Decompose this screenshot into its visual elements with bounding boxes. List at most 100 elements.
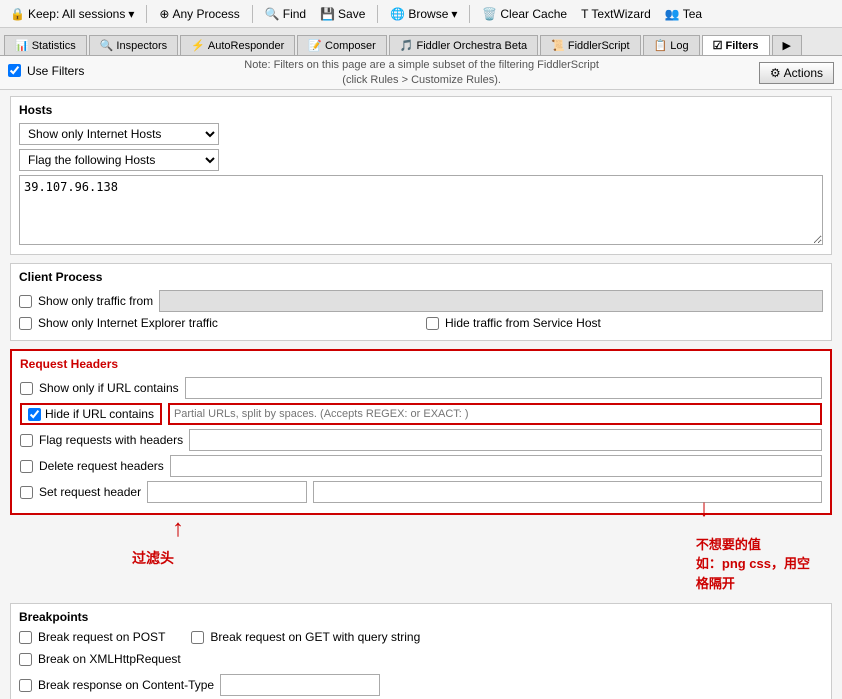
- delete-headers-input[interactable]: [170, 455, 822, 477]
- tab-inspectors[interactable]: 🔍 Inspectors: [89, 35, 178, 55]
- hosts-textarea[interactable]: 39.107.96.138: [19, 175, 823, 245]
- request-headers-section: Request Headers Show only if URL contain…: [10, 349, 832, 515]
- tab-fiddlerscript[interactable]: 📜 FiddlerScript: [540, 35, 640, 55]
- hosts-dropdown1-row: Show only Internet Hosts Show All Hide o…: [19, 123, 823, 145]
- request-headers-title: Request Headers: [20, 357, 822, 371]
- hide-url-contains-checkbox[interactable]: [28, 408, 41, 421]
- filter-note: Note: Filters on this page are a simple …: [92, 58, 751, 87]
- autoresponder-icon: ⚡: [191, 39, 205, 52]
- hosts-dropdown2-row: Flag the following Hosts No flags Flag o…: [19, 149, 823, 171]
- tab-fiddler-orchestra[interactable]: 🎵 Fiddler Orchestra Beta: [389, 35, 538, 55]
- tab-statistics[interactable]: 📊 Statistics: [4, 35, 87, 55]
- hide-url-contains-label[interactable]: Hide if URL contains: [45, 407, 154, 421]
- tab-log[interactable]: 📋 Log: [643, 35, 700, 55]
- break-post-row: Break request on POST: [19, 630, 165, 644]
- tab-filters[interactable]: ☑ Filters: [702, 35, 770, 55]
- delete-headers-label[interactable]: Delete request headers: [39, 459, 164, 473]
- break-get-label[interactable]: Break request on GET with query string: [210, 630, 420, 644]
- show-ie-label[interactable]: Show only Internet Explorer traffic: [38, 316, 218, 330]
- break-xml-label[interactable]: Break on XMLHttpRequest: [38, 652, 181, 666]
- clear-cache-icon: 🗑️: [482, 7, 497, 21]
- show-url-contains-label[interactable]: Show only if URL contains: [39, 381, 179, 395]
- flag-requests-row: Flag requests with headers: [20, 429, 822, 451]
- set-header-name-input[interactable]: [147, 481, 307, 503]
- keep-icon: 🔒: [10, 7, 25, 21]
- tab-composer[interactable]: 📝 Composer: [297, 35, 386, 55]
- break-response-input[interactable]: [220, 674, 380, 696]
- hide-url-contains-input[interactable]: [168, 403, 822, 425]
- hosts-dropdown1[interactable]: Show only Internet Hosts Show All Hide o…: [19, 123, 219, 145]
- process-icon: ⊕: [159, 7, 169, 21]
- filter-bar: Use Filters Note: Filters on this page a…: [0, 56, 842, 90]
- show-only-traffic-input[interactable]: [159, 290, 823, 312]
- break-xml-checkbox[interactable]: [19, 653, 32, 666]
- show-url-contains-row: Show only if URL contains: [20, 377, 822, 399]
- use-filters-label[interactable]: Use Filters: [27, 64, 84, 78]
- set-header-row: Set request header: [20, 481, 822, 503]
- fiddler-orchestra-icon: 🎵: [400, 39, 414, 52]
- flag-requests-input[interactable]: [189, 429, 822, 451]
- client-process-title: Client Process: [19, 270, 823, 284]
- log-icon: 📋: [654, 39, 668, 52]
- fiddlerscript-icon: 📜: [551, 39, 565, 52]
- hosts-title: Hosts: [19, 103, 823, 117]
- break-get-row: Break request on GET with query string: [191, 630, 420, 644]
- break-response-row: Break response on Content-Type: [19, 674, 380, 696]
- actions-button[interactable]: ⚙ Actions: [759, 62, 834, 84]
- use-filters-checkbox[interactable]: [8, 64, 21, 77]
- any-process[interactable]: ⊕ Any Process: [155, 5, 243, 23]
- set-header-value-input[interactable]: [313, 481, 822, 503]
- textwizard-icon: T: [581, 7, 588, 21]
- break-post-label[interactable]: Break request on POST: [38, 630, 165, 644]
- hosts-dropdown2[interactable]: Flag the following Hosts No flags Flag o…: [19, 149, 219, 171]
- show-url-contains-checkbox[interactable]: [20, 382, 33, 395]
- keep-sessions[interactable]: 🔒 Keep: All sessions ▾: [6, 5, 138, 23]
- tab-extra[interactable]: ▶: [772, 35, 802, 55]
- extra-icon: ▶: [783, 39, 791, 52]
- use-filters-row: Use Filters: [8, 64, 84, 78]
- breakpoints-row1: Break request on POST Break request on G…: [19, 630, 823, 648]
- delete-headers-checkbox[interactable]: [20, 460, 33, 473]
- browse-dropdown-icon: ▾: [451, 7, 457, 21]
- actions-icon: ⚙: [770, 66, 781, 80]
- clear-cache-button[interactable]: 🗑️ Clear Cache: [478, 5, 571, 23]
- annotation-spacer: [10, 523, 832, 603]
- inspectors-icon: 🔍: [100, 39, 114, 52]
- show-ie-traffic-row: Show only Internet Explorer traffic: [19, 316, 416, 330]
- find-button[interactable]: 🔍 Find: [261, 5, 310, 23]
- save-button[interactable]: 💾 Save: [316, 5, 369, 23]
- breakpoints-section: Breakpoints Break request on POST Break …: [10, 603, 832, 699]
- set-header-label[interactable]: Set request header: [39, 485, 141, 499]
- show-url-contains-input[interactable]: [185, 377, 822, 399]
- composer-icon: 📝: [308, 39, 322, 52]
- client-process-section: Client Process Show only traffic from Sh…: [10, 263, 832, 341]
- break-post-checkbox[interactable]: [19, 631, 32, 644]
- show-only-traffic-label[interactable]: Show only traffic from: [38, 294, 153, 308]
- hide-url-checkbox-area: Hide if URL contains: [20, 403, 162, 425]
- filters-checkbox-icon: ☑: [713, 39, 723, 52]
- client-process-checkboxes: Show only Internet Explorer traffic Hide…: [19, 316, 823, 334]
- browse-icon: 🌐: [390, 7, 405, 21]
- hide-service-checkbox[interactable]: [426, 317, 439, 330]
- hide-url-contains-row: Hide if URL contains: [20, 403, 822, 425]
- textwizard-button[interactable]: T TextWizard: [577, 5, 655, 23]
- breakpoints-title: Breakpoints: [19, 610, 823, 624]
- break-get-checkbox[interactable]: [191, 631, 204, 644]
- sep1: [146, 5, 147, 23]
- sep3: [377, 5, 378, 23]
- tab-autoresponder[interactable]: ⚡ AutoResponder: [180, 35, 295, 55]
- browse-button[interactable]: 🌐 Browse ▾: [386, 5, 461, 23]
- flag-requests-label[interactable]: Flag requests with headers: [39, 433, 183, 447]
- breakpoints-row3: Break response on Content-Type: [19, 674, 823, 699]
- breakpoints-row2: Break on XMLHttpRequest: [19, 652, 823, 670]
- sep2: [252, 5, 253, 23]
- hide-service-label[interactable]: Hide traffic from Service Host: [445, 316, 601, 330]
- show-ie-checkbox[interactable]: [19, 317, 32, 330]
- set-header-checkbox[interactable]: [20, 486, 33, 499]
- team-button[interactable]: 👥 Tea: [661, 5, 706, 23]
- show-only-traffic-checkbox[interactable]: [19, 295, 32, 308]
- break-response-checkbox[interactable]: [19, 679, 32, 692]
- break-response-label[interactable]: Break response on Content-Type: [38, 678, 214, 692]
- hosts-section: Hosts Show only Internet Hosts Show All …: [10, 96, 832, 255]
- flag-requests-checkbox[interactable]: [20, 434, 33, 447]
